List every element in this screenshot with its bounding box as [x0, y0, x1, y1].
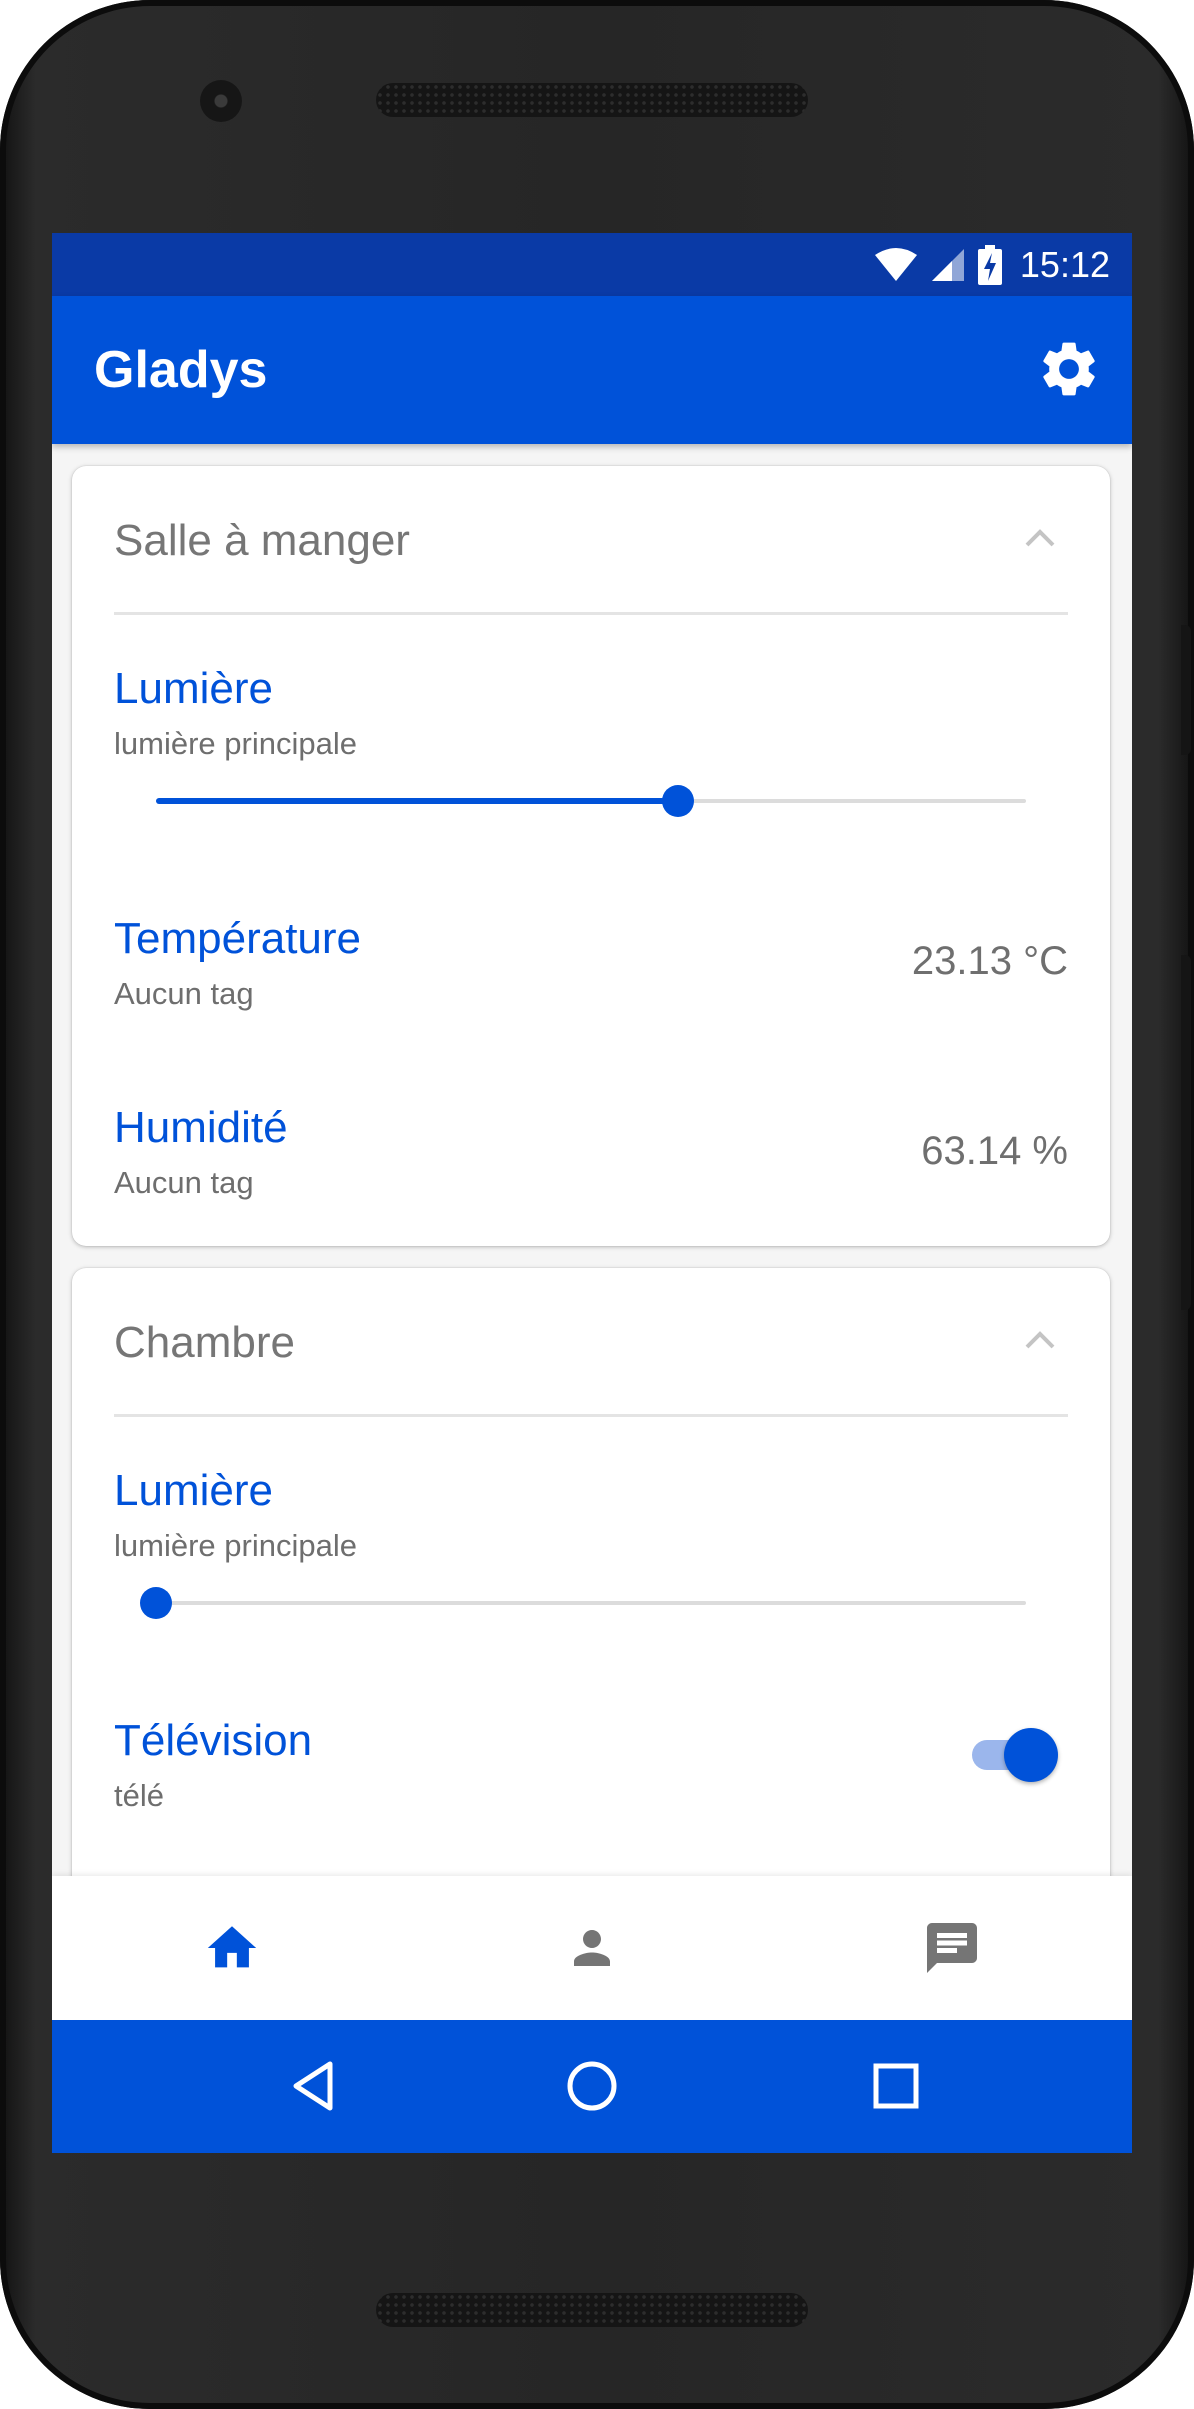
room-list: Salle à manger Lumière lumière principal…: [52, 444, 1132, 2110]
app-bar: Gladys: [52, 296, 1132, 444]
light-slider[interactable]: [140, 1583, 1026, 1623]
toggle-thumb: [1004, 1728, 1058, 1782]
settings-button[interactable]: [1036, 336, 1102, 402]
system-navigation-bar: [52, 2020, 1132, 2153]
power-button: [1181, 955, 1191, 1310]
status-bar: 15:12: [52, 233, 1132, 296]
device-subtitle: télé: [114, 1778, 164, 1813]
tv-toggle[interactable]: [972, 1726, 1058, 1782]
volume-button: [1181, 625, 1191, 755]
bottom-navigation: [52, 1876, 1132, 2020]
gear-icon: [1043, 342, 1095, 396]
room-title: Chambre: [114, 1318, 295, 1367]
chevron-up-icon[interactable]: [1024, 528, 1056, 548]
app-title: Gladys: [94, 341, 268, 399]
divider: [114, 612, 1068, 615]
light-slider[interactable]: [156, 781, 1026, 821]
home-icon: [207, 1926, 257, 1968]
room-card-header[interactable]: Salle à manger: [72, 466, 1110, 615]
device-title: Télévision: [114, 1716, 313, 1765]
humidity-value: 63.14 %: [921, 1129, 1068, 1173]
status-time: 15:12: [1019, 243, 1110, 285]
wifi-icon: [874, 247, 917, 281]
nav-home-button[interactable]: [52, 1876, 412, 2020]
room-card-header[interactable]: Chambre: [72, 1268, 1110, 1417]
nav-profile-button[interactable]: [412, 1876, 772, 2020]
back-icon[interactable]: [284, 2054, 348, 2118]
device-subtitle: Aucun tag: [114, 1165, 254, 1200]
slider-fill: [156, 798, 678, 804]
chevron-up-icon[interactable]: [1024, 1330, 1056, 1350]
recents-icon[interactable]: [864, 2054, 928, 2118]
slider-thumb[interactable]: [662, 785, 694, 817]
front-camera: [200, 80, 242, 122]
bottom-speaker: [376, 2293, 808, 2327]
screen: 15:12 Gladys Salle à manger Lumière lumi…: [52, 233, 1132, 2153]
device-title: Lumière: [114, 1466, 273, 1515]
temperature-value: 23.13 °C: [911, 939, 1068, 983]
top-speaker: [376, 83, 808, 117]
slider-thumb[interactable]: [140, 1587, 172, 1619]
device-title: Humidité: [114, 1103, 288, 1152]
signal-icon: [931, 248, 964, 281]
room-card: Salle à manger Lumière lumière principal…: [72, 466, 1110, 1246]
battery-charging-icon: [977, 244, 1002, 285]
nav-chat-button[interactable]: [772, 1876, 1132, 2020]
phone-frame: 15:12 Gladys Salle à manger Lumière lumi…: [0, 0, 1194, 2409]
device-title: Lumière: [114, 664, 273, 713]
device-subtitle: lumière principale: [114, 726, 357, 761]
device-subtitle: lumière principale: [114, 1528, 357, 1563]
chat-icon: [927, 1923, 977, 1973]
home-circle-icon[interactable]: [560, 2054, 624, 2118]
device-subtitle: Aucun tag: [114, 976, 254, 1011]
slider-track: [156, 1601, 1026, 1605]
device-title: Température: [114, 914, 362, 963]
room-title: Salle à manger: [114, 516, 410, 565]
divider: [114, 1414, 1068, 1417]
person-icon: [574, 1930, 610, 1966]
